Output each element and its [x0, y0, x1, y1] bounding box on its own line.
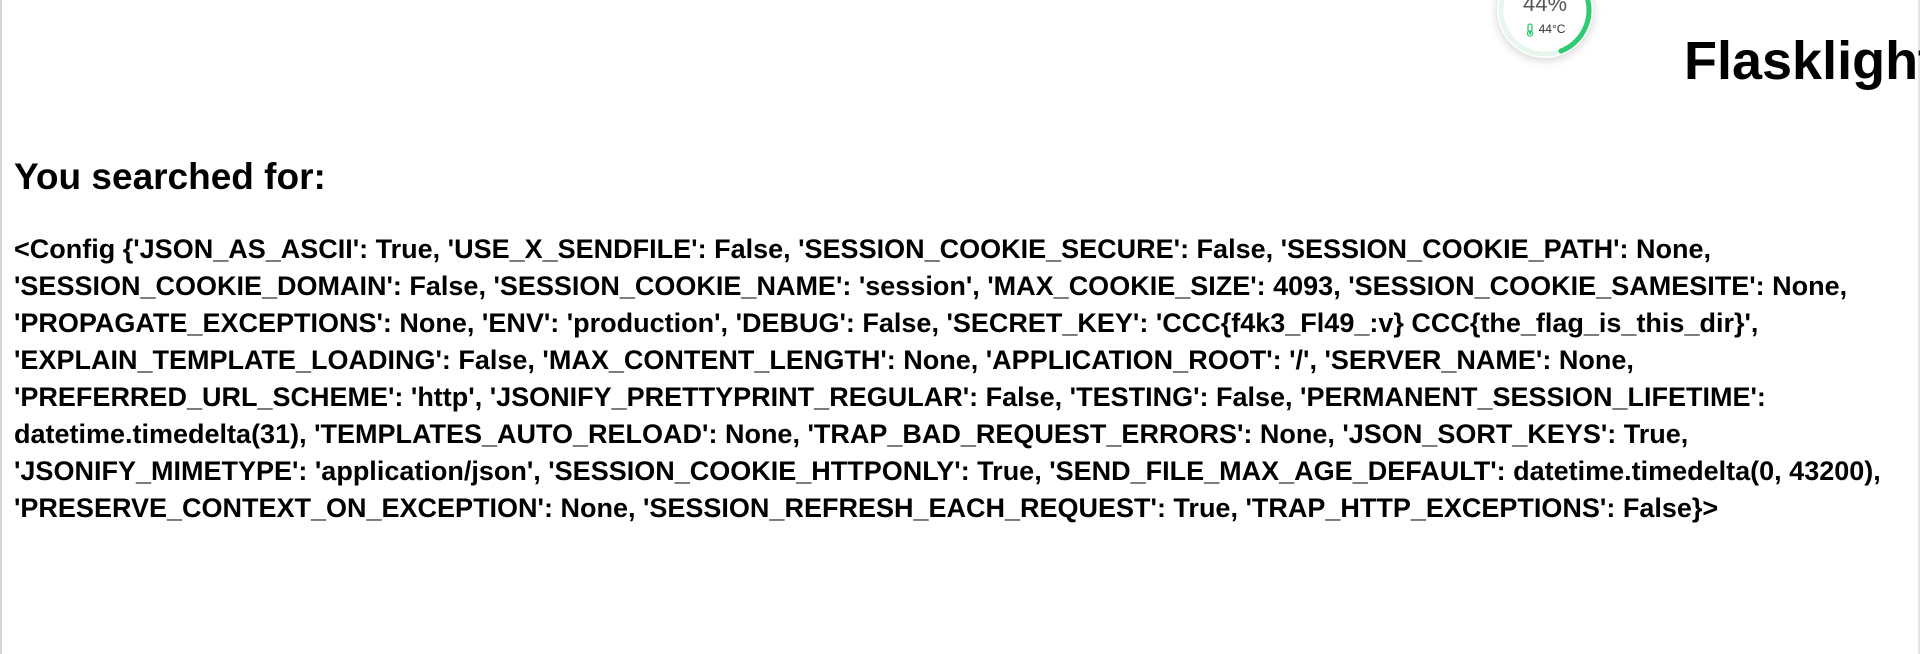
- search-heading: You searched for:: [14, 156, 326, 197]
- usage-percent: 44%: [1522, 0, 1568, 16]
- search-result-text: <Config {'JSON_AS_ASCII': True, 'USE_X_S…: [14, 234, 1881, 523]
- system-monitor-widget[interactable]: 44% 44°C: [1497, 0, 1593, 58]
- site-title: Flasklight: [1684, 31, 1920, 91]
- temperature-row: 44°C: [1497, 22, 1593, 37]
- temperature-value: 44°C: [1538, 22, 1566, 36]
- page-left-border: [0, 0, 2, 654]
- thermometer-icon: [1526, 23, 1533, 37]
